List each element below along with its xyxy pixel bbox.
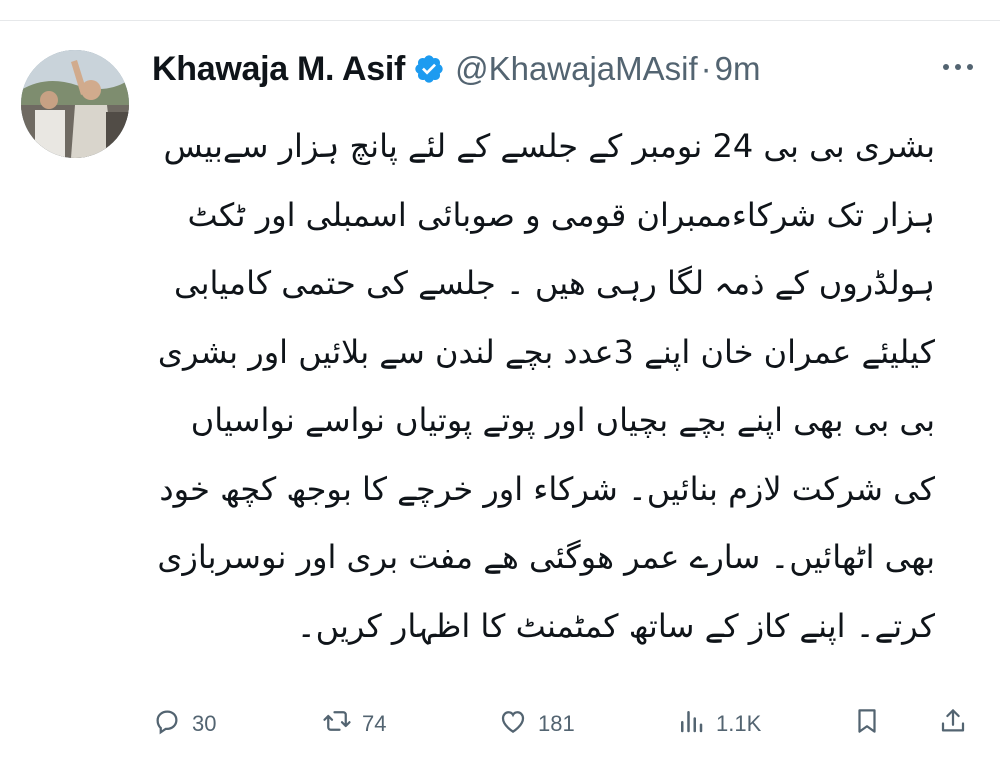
like-count: 181 [538,711,575,736]
avatar-photo [21,50,129,158]
verified-badge-icon [413,53,445,85]
retweet-icon [322,706,362,742]
reply-button[interactable]: 30 [152,698,216,750]
separator-dot: · [700,50,712,87]
reply-icon [152,706,192,742]
bookmark-button[interactable] [852,698,892,750]
tweet-header: Khawaja M. Asif @KhawajaMAsif · 9m [152,46,761,92]
top-divider [0,20,1000,21]
share-icon [938,706,978,742]
display-name[interactable]: Khawaja M. Asif [152,50,405,89]
like-button[interactable]: 181 [498,698,575,750]
bookmark-icon [852,706,892,742]
analytics-icon [676,706,716,742]
heart-icon [498,706,538,742]
share-button[interactable] [938,698,978,750]
views-button[interactable]: 1.1K [676,698,761,750]
reply-count: 30 [192,711,217,736]
action-bar: 30 74 181 1.1K [0,698,1000,750]
avatar[interactable] [21,50,129,158]
user-handle[interactable]: @KhawajaMAsif [455,50,698,88]
timestamp[interactable]: 9m [715,50,761,88]
tweet-text: بشری بی بی 24 نومبر کے جلسے کے لئے پانچ … [157,127,935,645]
more-dots-icon[interactable] [940,60,976,74]
retweet-count: 74 [362,711,387,736]
retweet-button[interactable]: 74 [322,698,386,750]
views-count: 1.1K [716,711,762,736]
